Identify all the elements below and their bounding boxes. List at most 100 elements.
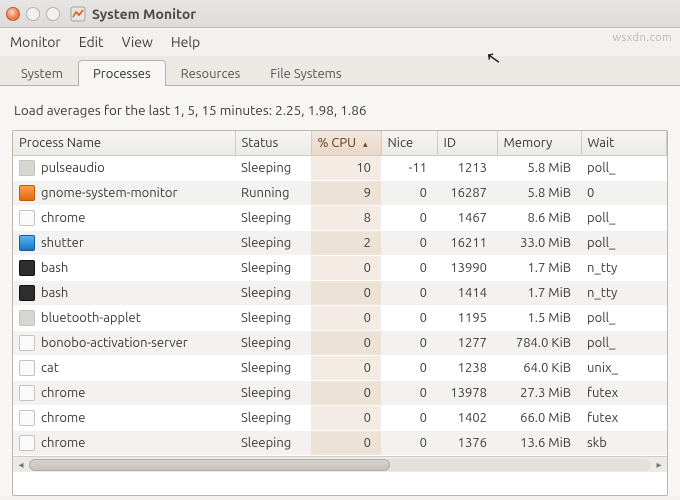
process-memory: 1.7 MiB [497,256,581,281]
process-status: Sleeping [235,431,311,456]
process-wait: poll_ [581,156,667,181]
process-icon [19,335,35,351]
process-cpu: 8 [311,206,381,231]
process-name: chrome [41,436,85,450]
tab-filesystems[interactable]: File Systems [255,60,356,86]
process-wait: poll_ [581,306,667,331]
tab-system[interactable]: System [6,60,78,86]
table-row[interactable]: bashSleeping0014141.7 MiBn_tty [13,281,667,306]
process-name: bash [41,261,68,275]
minimize-button[interactable] [26,7,40,21]
process-nice: 0 [381,206,437,231]
process-nice: 0 [381,281,437,306]
col-memory[interactable]: Memory [497,131,581,156]
table-row[interactable]: shutterSleeping201621133.0 MiBpoll_ [13,231,667,256]
window-title: System Monitor [92,6,196,22]
process-icon [19,185,35,201]
table-row[interactable]: chromeSleeping00137613.6 MiBskb [13,431,667,456]
table-row[interactable]: catSleeping00123864.0 KiBunix_ [13,356,667,381]
process-cpu: 10 [311,156,381,181]
sort-asc-icon: ▴ [363,139,368,149]
scroll-left-icon[interactable]: ◂ [13,459,29,471]
process-status: Sleeping [235,406,311,431]
process-id: 16287 [437,181,497,206]
process-memory: 64.0 KiB [497,356,581,381]
process-wait: futex [581,406,667,431]
process-cpu: 0 [311,306,381,331]
process-table: Process Name Status % CPU ▴ Nice ID Memo… [13,131,667,456]
table-header-row: Process Name Status % CPU ▴ Nice ID Memo… [13,131,667,156]
table-row[interactable]: bashSleeping00139901.7 MiBn_tty [13,256,667,281]
menu-edit[interactable]: Edit [79,34,104,50]
process-nice: 0 [381,381,437,406]
table-row[interactable]: chromeSleeping8014678.6 MiBpoll_ [13,206,667,231]
process-nice: 0 [381,356,437,381]
process-wait: poll_ [581,206,667,231]
menu-monitor[interactable]: Monitor [10,34,61,50]
scroll-thumb[interactable] [29,459,390,471]
process-id: 13990 [437,256,497,281]
process-status: Sleeping [235,156,311,181]
menu-view[interactable]: View [122,34,153,50]
process-wait: poll_ [581,331,667,356]
titlebar: System Monitor [0,0,680,28]
col-cpu[interactable]: % CPU ▴ [311,131,381,156]
load-averages: Load averages for the last 1, 5, 15 minu… [14,102,666,118]
process-cpu: 0 [311,431,381,456]
table-row[interactable]: chromeSleeping001397827.3 MiBfutex [13,381,667,406]
process-icon [19,435,35,451]
process-name: chrome [41,211,85,225]
process-id: 1277 [437,331,497,356]
process-status: Sleeping [235,281,311,306]
process-icon [19,410,35,426]
tab-processes[interactable]: Processes [78,60,166,86]
process-cpu: 9 [311,181,381,206]
col-status[interactable]: Status [235,131,311,156]
process-name: cat [41,361,59,375]
col-id[interactable]: ID [437,131,497,156]
horizontal-scrollbar[interactable]: ◂ ▸ [13,456,667,472]
tab-resources[interactable]: Resources [166,60,256,86]
table-row[interactable]: bonobo-activation-serverSleeping00127778… [13,331,667,356]
process-nice: 0 [381,406,437,431]
process-id: 13978 [437,381,497,406]
process-nice: 0 [381,306,437,331]
process-wait: futex [581,381,667,406]
table-row[interactable]: bluetooth-appletSleeping0011951.5 MiBpol… [13,306,667,331]
menubar: Monitor Edit View Help [0,28,680,56]
process-wait: 0 [581,181,667,206]
process-name: chrome [41,411,85,425]
process-cpu: 0 [311,381,381,406]
process-id: 1467 [437,206,497,231]
table-row[interactable]: gnome-system-monitorRunning90162875.8 Mi… [13,181,667,206]
col-nice[interactable]: Nice [381,131,437,156]
process-cpu: 0 [311,331,381,356]
process-name: bash [41,286,68,300]
process-name: gnome-system-monitor [41,186,177,200]
process-name: bonobo-activation-server [41,336,188,350]
process-nice: 0 [381,181,437,206]
process-status: Sleeping [235,381,311,406]
process-nice: 0 [381,256,437,281]
process-status: Sleeping [235,356,311,381]
menu-help[interactable]: Help [171,34,200,50]
process-status: Sleeping [235,331,311,356]
process-cpu: 0 [311,256,381,281]
col-process[interactable]: Process Name [13,131,235,156]
loadavg-label: Load averages for the last 1, 5, 15 minu… [14,102,272,118]
process-nice: 0 [381,331,437,356]
maximize-button[interactable] [46,7,60,21]
process-id: 1376 [437,431,497,456]
table-row[interactable]: chromeSleeping00140266.0 MiBfutex [13,406,667,431]
scroll-right-icon[interactable]: ▸ [651,459,667,471]
process-memory: 5.8 MiB [497,156,581,181]
col-wait[interactable]: Wait [581,131,667,156]
scroll-track[interactable] [29,459,651,471]
process-id: 16211 [437,231,497,256]
loadavg-values: 2.25, 1.98, 1.86 [275,102,366,118]
process-wait: skb [581,431,667,456]
close-button[interactable] [6,7,20,21]
process-wait: n_tty [581,256,667,281]
process-icon [19,360,35,376]
table-row[interactable]: pulseaudioSleeping10-1112135.8 MiBpoll_ [13,156,667,181]
